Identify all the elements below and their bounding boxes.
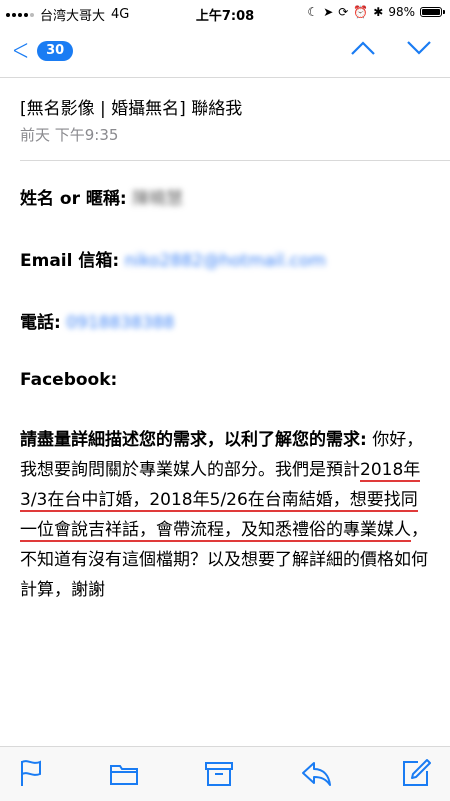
message-nav-arrows bbox=[350, 40, 432, 56]
field-phone-label: 電話: bbox=[20, 313, 61, 333]
archive-icon bbox=[205, 762, 233, 786]
field-name-value: 陳曉慧 bbox=[132, 189, 184, 209]
alarm-icon: ⏰ bbox=[353, 5, 369, 19]
field-email-label: Email 信箱: bbox=[20, 251, 120, 271]
archive-button[interactable] bbox=[203, 757, 235, 789]
nav-bar: < 30 bbox=[0, 30, 450, 74]
flag-button[interactable] bbox=[16, 757, 48, 789]
chevron-up-icon bbox=[351, 41, 375, 55]
field-name-label: 姓名 or 暱稱: bbox=[20, 189, 127, 209]
chevron-left-icon: < bbox=[11, 33, 30, 68]
field-facebook-label: Facebook: bbox=[20, 370, 118, 390]
moon-icon: ☾ bbox=[307, 5, 319, 19]
reply-button[interactable] bbox=[300, 757, 332, 789]
lock-rotation-icon: ⟳ bbox=[338, 5, 349, 19]
field-facebook: Facebook: bbox=[20, 370, 117, 390]
next-message-button[interactable] bbox=[406, 40, 432, 56]
reply-icon bbox=[302, 762, 331, 786]
email-subject: [無名影像 | 婚攝無名] 聯絡我 bbox=[20, 99, 243, 119]
previous-message-button[interactable] bbox=[350, 40, 376, 56]
unread-count-badge: 30 bbox=[37, 41, 74, 61]
field-phone: 電話: 0918838388 bbox=[20, 308, 174, 333]
move-to-folder-button[interactable] bbox=[108, 757, 140, 789]
email-message: 請盡量詳細描述您的需求，以利了解您的需求: 你好，我想要詢問關於專業媒人的部分。… bbox=[20, 425, 432, 605]
field-email: Email 信箱: niko2882@hotmail.com bbox=[20, 246, 326, 271]
nav-divider bbox=[0, 77, 450, 78]
battery-icon bbox=[420, 7, 445, 17]
field-name: 姓名 or 暱稱: 陳曉慧 bbox=[20, 184, 183, 209]
compose-icon bbox=[403, 759, 431, 786]
status-bar: 台湾大哥大 4G 上午7:08 ☾ ➤ ⟳ ⏰ ✱ 98% bbox=[0, 0, 450, 28]
compose-button[interactable] bbox=[400, 757, 432, 789]
status-right: ☾ ➤ ⟳ ⏰ ✱ 98% bbox=[307, 5, 445, 19]
field-email-link[interactable]: niko2882@hotmail.com bbox=[125, 251, 326, 271]
bluetooth-icon: ✱ bbox=[373, 5, 384, 19]
bottom-toolbar bbox=[0, 746, 450, 801]
location-icon: ➤ bbox=[323, 5, 334, 19]
message-label: 請盡量詳細描述您的需求，以利了解您的需求: bbox=[20, 430, 367, 450]
email-date: 前天 下午9:35 bbox=[20, 126, 119, 144]
header-divider bbox=[20, 160, 450, 161]
battery-fill bbox=[422, 9, 440, 15]
back-button[interactable]: < 30 bbox=[8, 33, 74, 68]
folder-icon bbox=[110, 765, 138, 785]
chevron-down-icon bbox=[407, 41, 431, 55]
flag-icon bbox=[21, 760, 41, 786]
battery-percent: 98% bbox=[388, 5, 415, 19]
field-phone-link[interactable]: 0918838388 bbox=[66, 313, 174, 333]
